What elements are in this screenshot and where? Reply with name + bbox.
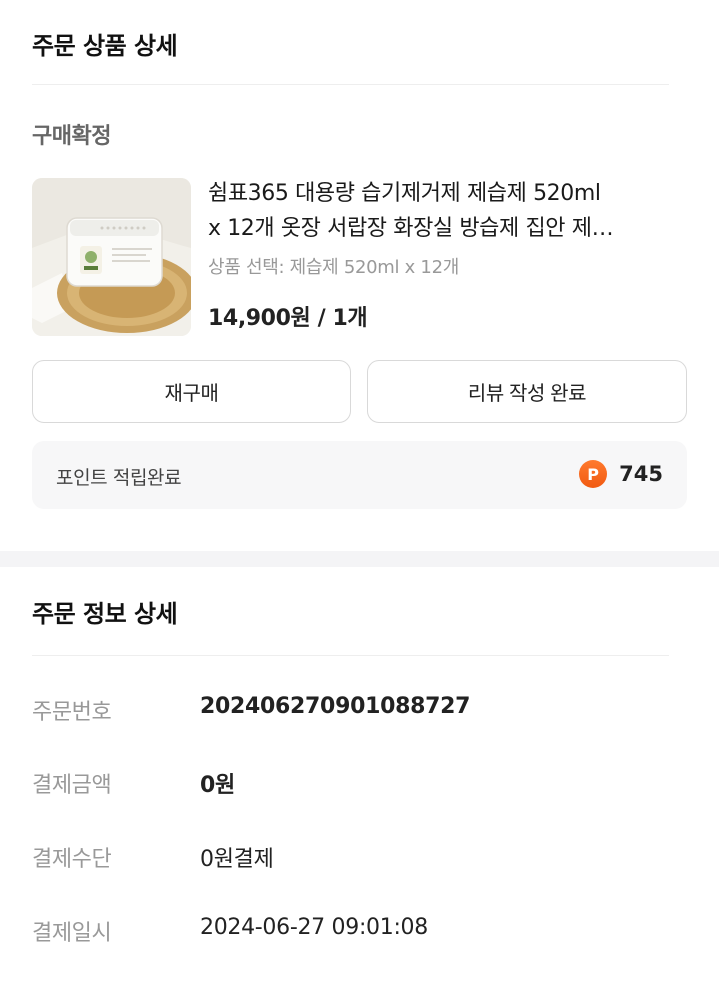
product-thumbnail[interactable] [32, 178, 191, 336]
points-value: 745 [619, 462, 663, 486]
order-section-title: 주문 정보 상세 [32, 600, 178, 628]
points-label: 포인트 적립완료 [56, 467, 182, 489]
order-number-label: 주문번호 [32, 700, 112, 725]
points-box: 포인트 적립완료 P 745 [32, 441, 687, 509]
product-name-line1: 쉼표365 대용량 습기제거제 제습제 520ml [208, 181, 601, 206]
payment-amount-value: 0원 [200, 773, 235, 798]
payment-datetime-value: 2024-06-27 09:01:08 [200, 915, 428, 940]
payment-amount-label: 결제금액 [32, 773, 112, 798]
order-status: 구매확정 [32, 124, 111, 149]
points-amount: P 745 [579, 460, 663, 488]
payment-datetime-label: 결제일시 [32, 921, 112, 946]
order-number-value: 20240627090108872​7 [200, 694, 471, 719]
payment-method-label: 결제수단 [32, 847, 112, 872]
rebuy-button[interactable]: 재구매 [32, 360, 351, 423]
product-section-title: 주문 상품 상세 [32, 32, 178, 60]
product-name[interactable]: 쉼표365 대용량 습기제거제 제습제 520ml x 12개 옷장 서랍장 화… [208, 176, 688, 246]
product-price: 14,900원 / 1개 [208, 306, 368, 331]
product-name-line2: x 12개 옷장 서랍장 화장실 방습제 집안 제… [208, 216, 614, 241]
product-option: 상품 선택: 제습제 520ml x 12개 [208, 257, 460, 278]
product-image [32, 178, 191, 336]
payment-method-value: 0원결제 [200, 847, 274, 872]
divider [32, 655, 669, 656]
point-icon: P [579, 460, 608, 488]
review-complete-button[interactable]: 리뷰 작성 완료 [367, 360, 687, 423]
section-separator [0, 551, 719, 567]
divider [32, 84, 669, 85]
